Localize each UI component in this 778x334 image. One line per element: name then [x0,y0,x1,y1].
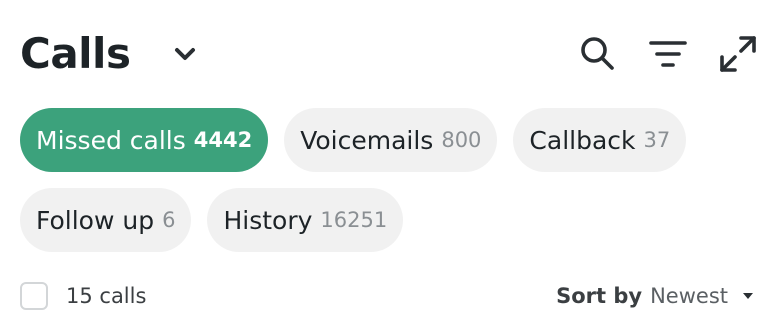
select-all-group: 15 calls [20,280,146,312]
chip-history[interactable]: History 16251 [207,188,404,252]
calls-header: Calls [20,28,760,80]
chip-label: Voicemails [300,125,434,155]
chip-label: Follow up [36,205,155,235]
chip-count: 800 [441,128,482,152]
chip-count: 4442 [193,128,253,152]
chip-missed-calls[interactable]: Missed calls 4442 [20,108,269,172]
title-group: Calls [20,28,198,80]
page-title: Calls [20,29,131,78]
sort-dropdown[interactable]: Sort by Newest [556,280,754,312]
sort-label: Sort by [556,284,643,308]
chevron-down-icon[interactable] [172,41,198,67]
caret-down-icon [742,290,754,302]
chip-count: 37 [643,128,671,152]
select-all-checkbox[interactable] [20,282,48,310]
sort-value: Newest [650,284,728,308]
chip-follow-up[interactable]: Follow up 6 [20,188,192,252]
chip-label: Missed calls [36,125,186,155]
chip-label: History [223,205,313,235]
chip-count: 6 [162,208,176,232]
search-icon[interactable] [576,32,620,76]
chip-count: 16251 [320,208,388,232]
chip-row: Missed calls 4442 Voicemails 800 Callbac… [20,108,760,172]
chip-row: Follow up 6 History 16251 [20,188,760,252]
chip-label: Callback [529,125,636,155]
filter-icon[interactable] [646,32,690,76]
chip-callback[interactable]: Callback 37 [513,108,687,172]
call-filter-chips: Missed calls 4442 Voicemails 800 Callbac… [20,108,760,268]
list-toolbar: 15 calls Sort by Newest [20,280,760,312]
expand-icon[interactable] [716,32,760,76]
header-actions [576,28,760,80]
calls-count: 15 calls [66,284,147,308]
chip-voicemails[interactable]: Voicemails 800 [284,108,498,172]
